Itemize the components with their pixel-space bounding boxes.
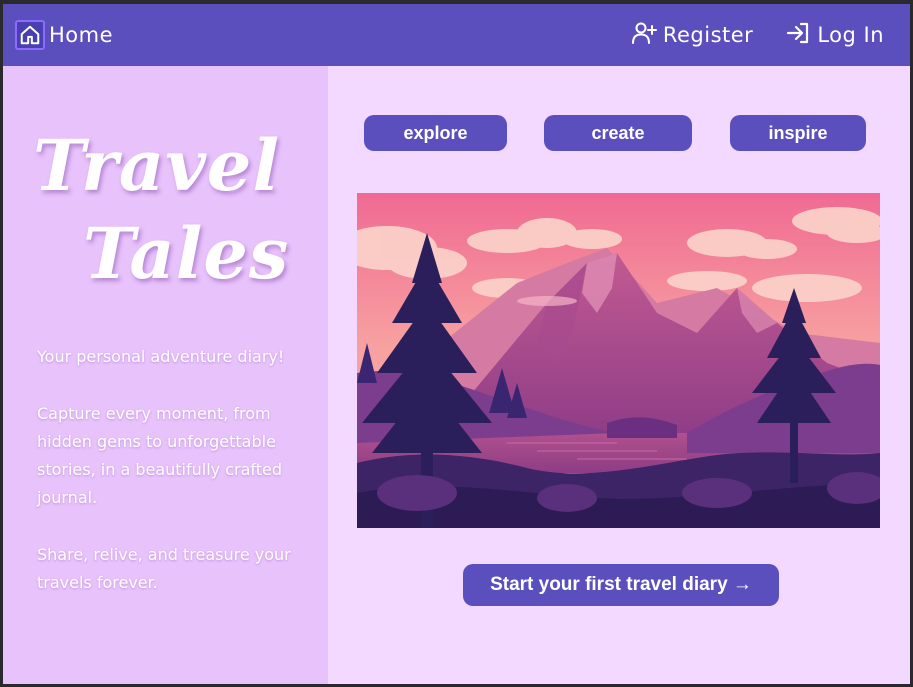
- start-diary-button[interactable]: Start your first travel diary →: [463, 564, 779, 606]
- hero-title: Travel Tales: [33, 122, 313, 298]
- home-label: Home: [49, 23, 114, 47]
- hero-title-line1: Travel: [33, 124, 281, 207]
- hero-title-line2: Tales: [83, 212, 290, 295]
- app-frame: Home Register Log In Travel Tales Your p…: [3, 4, 910, 684]
- mountain-landscape-illustration: [357, 193, 880, 528]
- login-link[interactable]: Log In: [785, 21, 884, 49]
- inspire-button[interactable]: inspire: [730, 115, 866, 151]
- nav-actions: Register Log In: [631, 18, 884, 52]
- hero-left-panel: Travel Tales Your personal adventure dia…: [3, 66, 328, 684]
- user-plus-icon: [631, 21, 657, 49]
- hero-closing: Share, relive, and treasure your travels…: [37, 545, 291, 592]
- home-icon: [15, 20, 45, 50]
- home-link[interactable]: Home: [15, 20, 113, 50]
- create-button[interactable]: create: [544, 115, 692, 151]
- login-label: Log In: [817, 23, 884, 47]
- hero-description: Capture every moment, from hidden gems t…: [37, 404, 283, 507]
- log-in-icon: [785, 21, 811, 49]
- top-nav: Home Register Log In: [3, 4, 910, 66]
- explore-button[interactable]: explore: [364, 115, 507, 151]
- hero-tagline: Your personal adventure diary!: [37, 347, 285, 366]
- register-link[interactable]: Register: [631, 21, 753, 49]
- register-label: Register: [662, 23, 754, 47]
